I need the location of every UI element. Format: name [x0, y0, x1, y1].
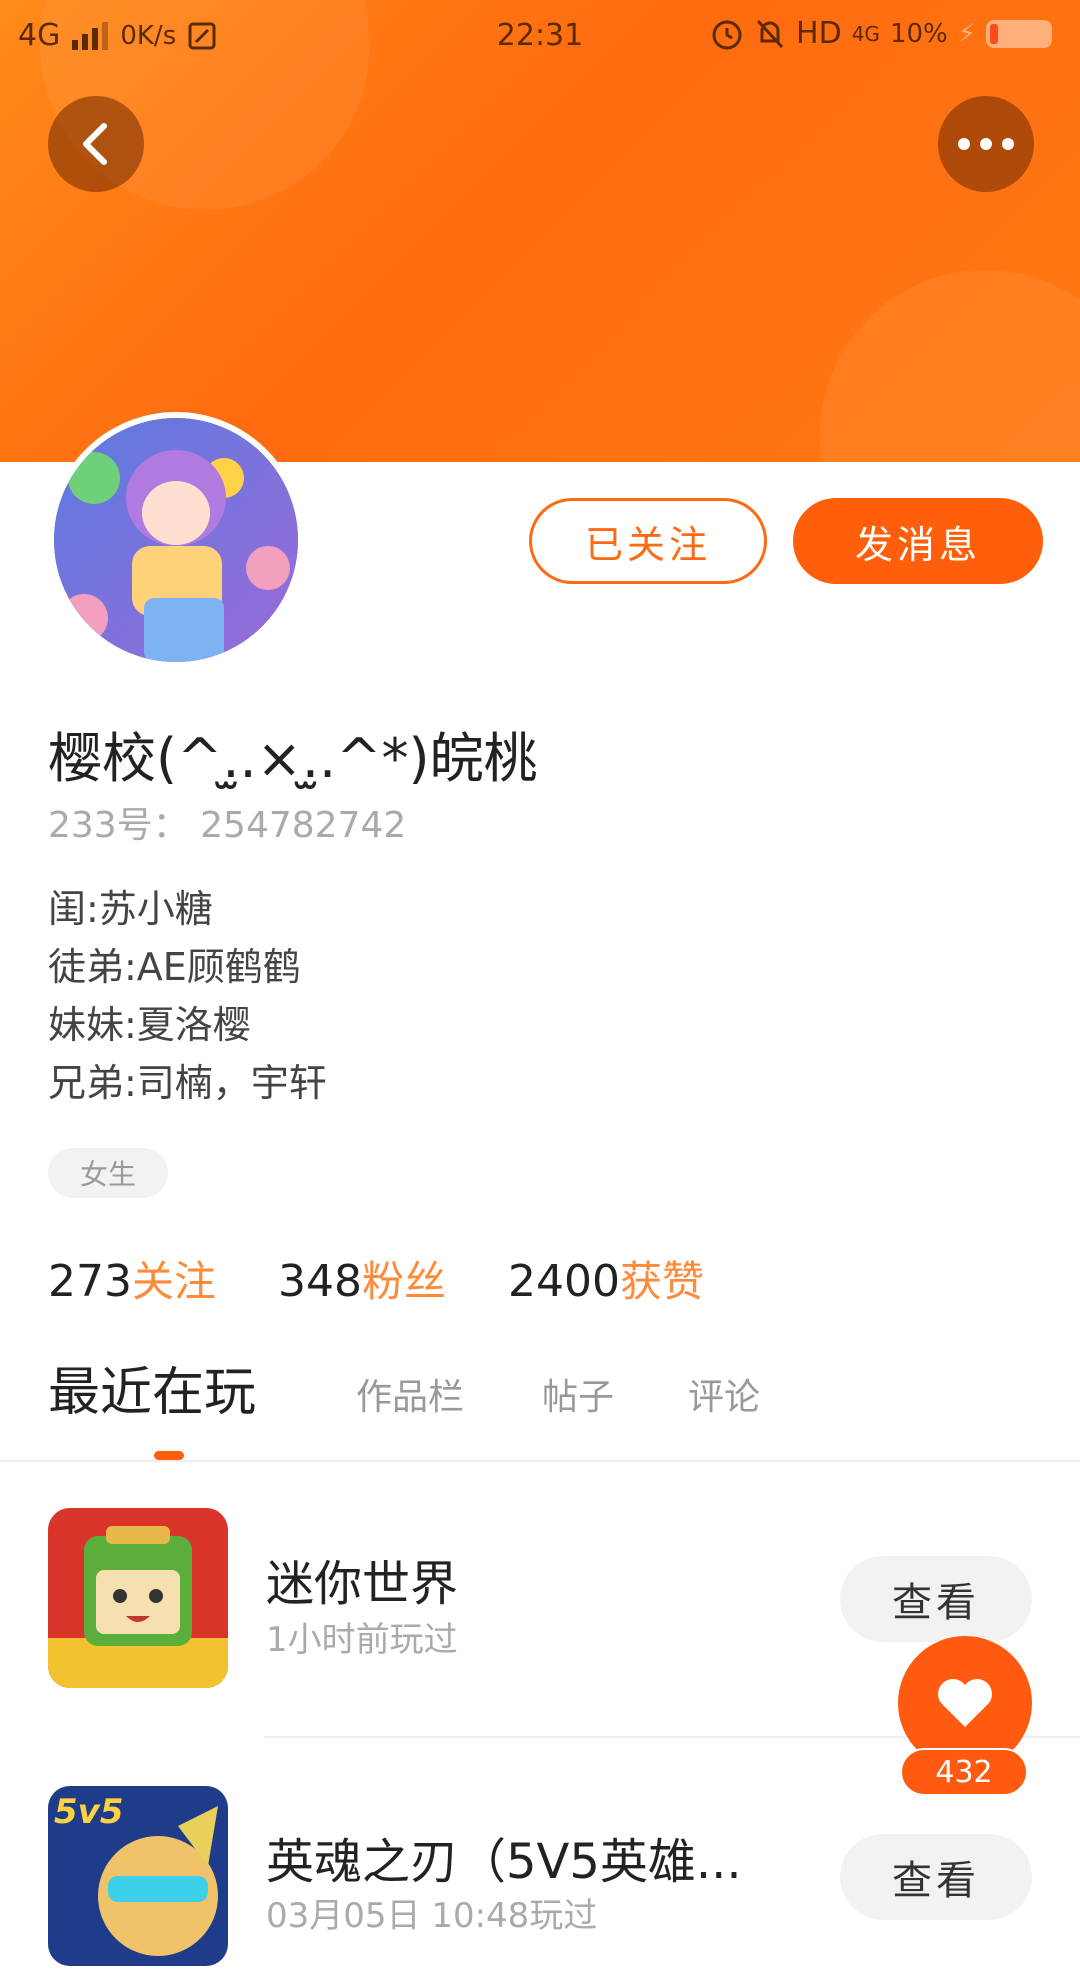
bio-line: 兄弟:司楠，宇轩: [48, 1061, 327, 1105]
tab-recently-played[interactable]: 最近在玩: [48, 1350, 256, 1425]
profile-tabs: 最近在玩 作品栏 帖子 评论: [48, 1360, 1048, 1440]
network-4g-indicator: 4G: [851, 21, 880, 46]
gender-tag: 女生: [48, 1148, 168, 1198]
stat-label: 获赞: [619, 1257, 704, 1306]
profile-bio: 闺:苏小糖 徒弟:AE顾鹤鹤 妹妹:夏洛樱 兄弟:司楠，宇轩: [48, 880, 327, 1112]
header-decoration: [820, 270, 1080, 462]
bio-line: 妹妹:夏洛樱: [48, 1003, 251, 1047]
tab-comments[interactable]: 评论: [688, 1368, 760, 1420]
bio-line: 徒弟:AE顾鹤鹤: [48, 945, 301, 989]
more-dots-icon: [958, 138, 1014, 150]
bio-line: 闺:苏小糖: [48, 887, 213, 931]
game-last-played: 03月05日 10:48玩过: [266, 1896, 598, 1936]
stat-label: 关注: [131, 1257, 216, 1306]
stat-count: 2400: [508, 1256, 620, 1307]
send-message-button[interactable]: 发消息: [793, 498, 1043, 584]
stat-following[interactable]: 273关注: [48, 1248, 216, 1309]
view-game-button[interactable]: 查看: [840, 1556, 1032, 1642]
game-name: 英魂之刃（5V5英雄...: [266, 1834, 742, 1890]
charging-icon: ⚡: [957, 18, 976, 49]
tab-active-indicator: [154, 1451, 184, 1460]
like-count: 432: [900, 1748, 1028, 1796]
profile-uid: 233号： 254782742: [48, 805, 407, 846]
alarm-icon: [712, 20, 742, 49]
battery-percent: 10%: [889, 18, 948, 49]
game-name: 迷你世界: [266, 1556, 459, 1612]
game-icon-hero-soul: 5v5: [48, 1786, 228, 1966]
profile-stats: 273关注 348粉丝 2400获赞: [48, 1248, 704, 1309]
heart-icon: [938, 1679, 992, 1727]
status-bar: 4G 0K/s 22:31 HD 4G 10% ⚡: [0, 0, 1080, 72]
battery-icon: [986, 19, 1052, 48]
followed-button[interactable]: 已关注: [529, 498, 767, 584]
stat-count: 348: [278, 1256, 362, 1307]
back-button[interactable]: [48, 96, 144, 192]
tab-works[interactable]: 作品栏: [356, 1368, 464, 1420]
mute-bell-icon: [756, 19, 784, 48]
profile-nickname: 樱校(^.̫.×.̫.^*)皖桃: [48, 727, 538, 790]
list-item[interactable]: 5v5 英魂之刃（5V5英雄... 03月05日 10:48玩过 查看: [0, 1786, 1080, 1986]
hd-indicator: HD: [796, 16, 842, 51]
avatar[interactable]: [48, 412, 304, 668]
stat-followers[interactable]: 348粉丝: [278, 1248, 446, 1309]
view-game-button[interactable]: 查看: [840, 1834, 1032, 1920]
tab-divider: [0, 1460, 1080, 1462]
game-icon-text: 5v5: [54, 1792, 124, 1832]
avatar-image: [54, 418, 298, 662]
stat-label: 粉丝: [361, 1257, 446, 1306]
tab-posts[interactable]: 帖子: [542, 1368, 614, 1420]
game-last-played: 1小时前玩过: [266, 1620, 458, 1660]
chevron-left-icon: [83, 123, 107, 165]
stat-count: 273: [48, 1256, 132, 1307]
more-button[interactable]: [938, 96, 1034, 192]
stat-likes[interactable]: 2400获赞: [508, 1248, 704, 1309]
game-icon-mini-world: [48, 1508, 228, 1688]
